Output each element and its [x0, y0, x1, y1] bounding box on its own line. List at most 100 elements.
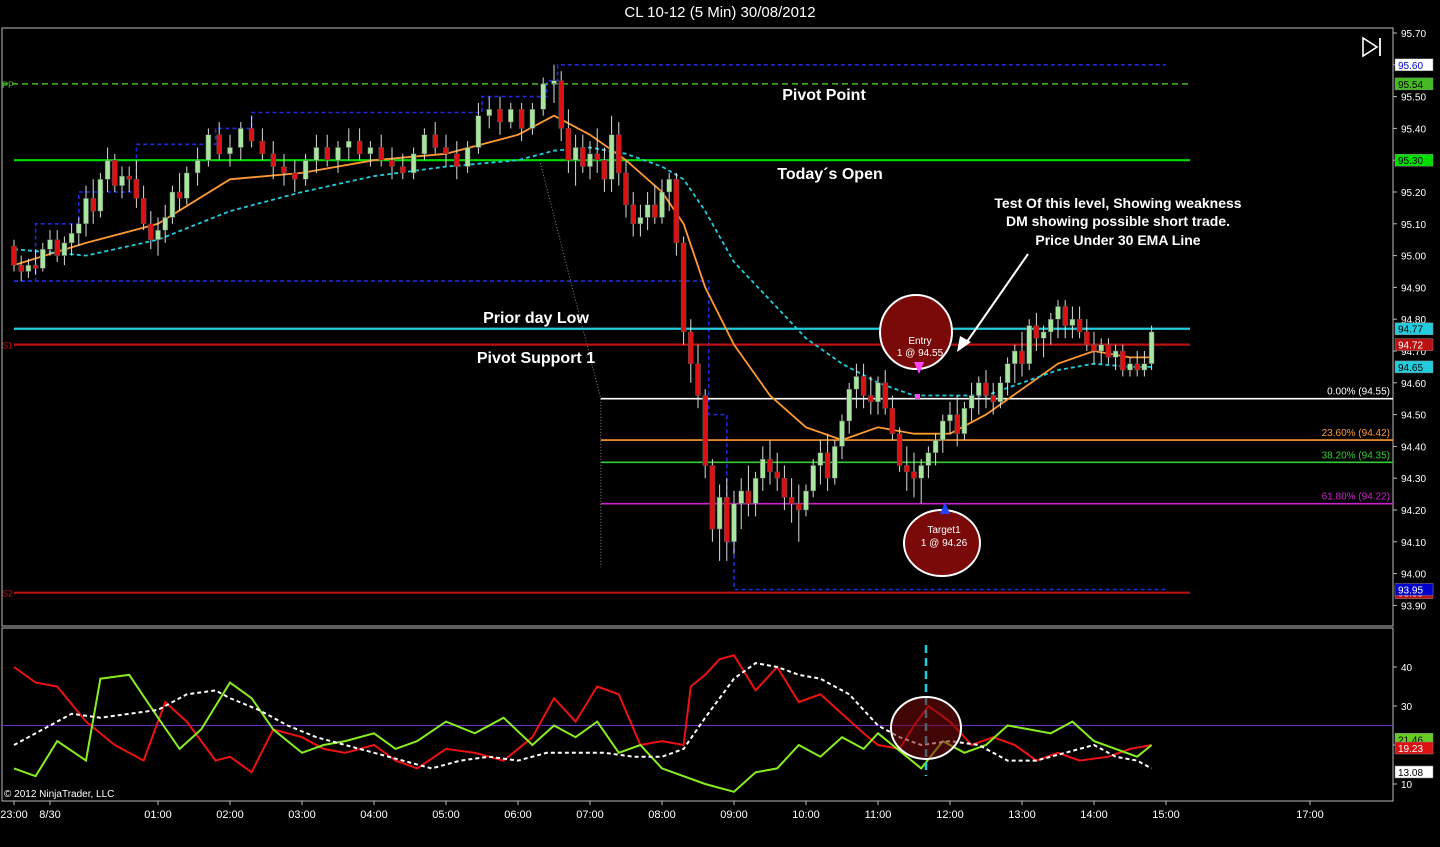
candle — [1019, 331, 1025, 377]
candle — [788, 478, 795, 523]
indicator-tag-text: 19.23 — [1398, 744, 1423, 755]
candle — [176, 172, 183, 212]
candle-body — [774, 471, 780, 479]
candle — [803, 484, 809, 517]
candle — [839, 414, 845, 460]
candle — [356, 128, 363, 161]
candle-body — [1127, 363, 1133, 371]
candle-body — [1004, 363, 1011, 384]
y-tick-label: 94.20 — [1401, 506, 1426, 517]
candle-body — [104, 159, 111, 180]
candle — [580, 134, 586, 173]
candle-body — [918, 465, 924, 479]
candle — [810, 459, 816, 498]
candle-body — [1062, 306, 1068, 326]
candle-body — [659, 191, 665, 218]
candle — [1055, 300, 1061, 339]
candle — [1084, 319, 1090, 351]
candle — [18, 255, 24, 282]
candle-body — [702, 395, 708, 466]
candle-body — [443, 147, 449, 155]
candle — [1127, 357, 1133, 377]
candle-body — [194, 159, 201, 174]
signal-circle — [890, 696, 962, 760]
y-tick-label: 95.10 — [1401, 220, 1426, 231]
candle — [853, 363, 860, 409]
candle-body — [1048, 318, 1054, 333]
fib-label: 38.20% (94.35) — [1322, 450, 1390, 461]
candle — [644, 192, 651, 231]
indicator-y-tick-label: 40 — [1401, 663, 1413, 674]
candle-body — [666, 179, 672, 193]
candle — [709, 459, 716, 542]
candle — [443, 134, 449, 167]
candle — [680, 236, 687, 345]
candle — [194, 147, 201, 186]
candle-body — [810, 465, 816, 492]
candle — [558, 71, 564, 142]
candle-body — [346, 140, 352, 148]
candle — [824, 433, 831, 491]
candle-body — [184, 172, 190, 199]
candle-body — [1120, 350, 1126, 371]
candle-body — [752, 477, 759, 504]
candle — [832, 440, 838, 485]
candle — [529, 102, 536, 135]
candle — [97, 172, 104, 218]
candle-body — [464, 147, 471, 167]
candle-body — [508, 109, 514, 123]
candle — [1134, 351, 1140, 377]
candle-body — [454, 153, 460, 167]
candle — [259, 128, 266, 161]
candle — [313, 134, 320, 173]
candle — [90, 179, 96, 224]
candle-body — [97, 179, 104, 212]
candle — [475, 102, 482, 154]
candle — [961, 401, 968, 441]
candle-body — [644, 204, 651, 218]
candle-body — [400, 166, 406, 174]
candle — [410, 147, 417, 180]
x-tick-label: 8/30 — [39, 809, 60, 821]
indicator-y-tick-label: 30 — [1401, 702, 1413, 713]
candle — [968, 382, 975, 421]
skip-to-end-icon[interactable] — [1360, 36, 1384, 58]
candle-body — [76, 223, 82, 234]
chart-canvas[interactable]: 93.90 94.00 94.10 94.20 94.30 94.40 94.50 94.60… — [0, 0, 1440, 847]
candle-body — [1084, 331, 1090, 345]
candle-body — [940, 420, 946, 441]
candle — [817, 440, 824, 485]
candle — [140, 185, 147, 231]
candle-body — [652, 204, 658, 218]
y-tick-label: 95.50 — [1401, 93, 1426, 104]
level-left-label: S2 — [2, 589, 13, 599]
candle — [162, 204, 168, 243]
indicator-line-di — [13, 673, 1153, 793]
candle — [608, 115, 615, 192]
candle-body — [11, 245, 17, 266]
candle-body — [1076, 318, 1083, 333]
candle-body — [839, 420, 845, 447]
candle-body — [637, 217, 644, 225]
candle-body — [313, 147, 320, 161]
pivot-support-1-label: Pivot Support 1 — [477, 350, 595, 367]
candle-body — [497, 109, 503, 123]
candle-body — [25, 264, 32, 272]
candle-body — [47, 239, 53, 250]
candle — [738, 478, 744, 530]
y-tick-label: 95.20 — [1401, 188, 1426, 199]
candle — [104, 147, 111, 192]
candle-body — [1134, 363, 1140, 371]
indicator-line-di — [13, 654, 1152, 774]
todays-open-label: Today´s Open — [777, 166, 883, 183]
y-tick-label: 94.30 — [1401, 474, 1426, 485]
candle-body — [1012, 350, 1018, 364]
y-tick-label: 93.90 — [1401, 601, 1426, 612]
candle — [860, 363, 867, 409]
candle — [1105, 338, 1112, 364]
candle-body — [860, 376, 867, 396]
candle — [1091, 331, 1097, 364]
candle — [1004, 357, 1011, 396]
level-tag-text: 94.72 — [1398, 341, 1423, 352]
candle-body — [367, 147, 374, 155]
